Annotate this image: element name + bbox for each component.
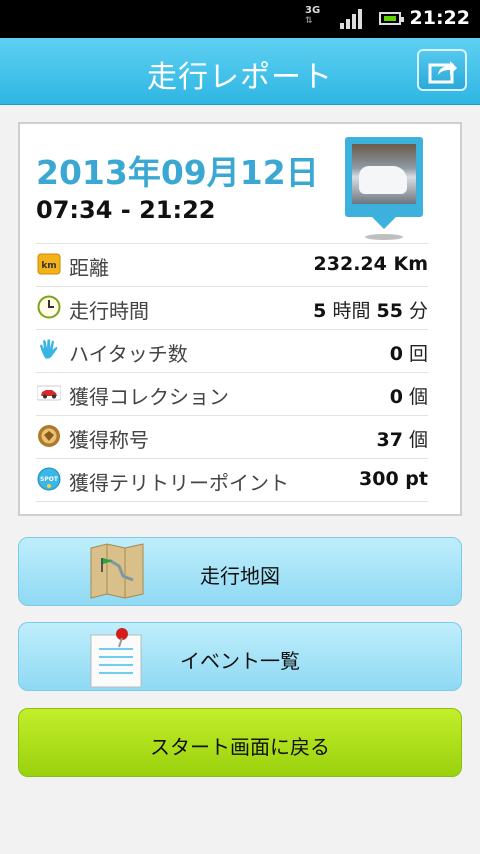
report-card: 2013年09月12日 07:34 - 21:22 km 距離 232.24 K… bbox=[18, 122, 462, 516]
count-unit: 個 bbox=[402, 386, 428, 408]
drive-map-label: 走行地図 bbox=[200, 564, 280, 588]
stat-row-territory-points: SPOT 獲得テリトリーポイント 300 pt bbox=[36, 458, 428, 502]
signal-icon bbox=[340, 9, 364, 29]
network-label: 3G bbox=[305, 5, 321, 16]
event-list-button[interactable]: イベント一覧 bbox=[18, 622, 462, 691]
photo-shadow-wrap bbox=[345, 137, 423, 240]
stat-label: 獲得コレクション bbox=[69, 385, 229, 409]
stat-value: 0 個 bbox=[390, 382, 428, 409]
network-indicator: 3G ⇅ bbox=[305, 5, 321, 27]
battery-icon bbox=[379, 12, 404, 25]
stat-value: 300 pt bbox=[359, 468, 428, 490]
stat-label: 獲得称号 bbox=[69, 428, 149, 452]
share-button[interactable] bbox=[417, 49, 467, 91]
data-arrows-icon: ⇅ bbox=[305, 16, 313, 26]
stat-row-high-touch: ハイタッチ数 0 回 bbox=[36, 329, 428, 372]
stat-value: 232.24 Km bbox=[313, 253, 428, 275]
hours-value: 5 bbox=[313, 300, 327, 322]
count-unit: 回 bbox=[402, 343, 428, 365]
title-bar: 走行レポート bbox=[0, 38, 480, 105]
minutes-value: 55 bbox=[376, 300, 403, 322]
event-list-label: イベント一覧 bbox=[180, 649, 300, 673]
back-to-start-label: スタート画面に戻る bbox=[150, 735, 330, 759]
stat-label: 走行時間 bbox=[69, 299, 149, 323]
spot-icon: SPOT bbox=[37, 467, 61, 491]
hours-unit: 時間 bbox=[326, 300, 377, 322]
report-date: 2013年09月12日 bbox=[36, 153, 319, 192]
medal-icon bbox=[38, 425, 60, 447]
stat-row-distance: km 距離 232.24 Km bbox=[36, 243, 428, 286]
status-time: 21:22 bbox=[409, 7, 470, 29]
stat-label: 獲得テリトリーポイント bbox=[69, 471, 289, 495]
spot-icon-text: SPOT bbox=[40, 476, 59, 483]
stat-value: 5 時間 55 分 bbox=[313, 296, 428, 323]
stat-row-titles: 獲得称号 37 個 bbox=[36, 415, 428, 458]
stat-row-drive-time: 走行時間 5 時間 55 分 bbox=[36, 286, 428, 329]
status-bar: 3G ⇅ 21:22 bbox=[0, 0, 480, 38]
count-value: 37 bbox=[376, 429, 403, 451]
stat-row-collection: 獲得コレクション 0 個 bbox=[36, 372, 428, 415]
car-icon bbox=[37, 385, 61, 401]
back-to-start-button[interactable]: スタート画面に戻る bbox=[18, 708, 462, 777]
svg-text:km: km bbox=[41, 261, 56, 271]
stat-value: 0 回 bbox=[390, 339, 428, 366]
minutes-unit: 分 bbox=[402, 300, 428, 322]
drive-map-button[interactable]: 走行地図 bbox=[18, 537, 462, 606]
count-value: 0 bbox=[389, 343, 403, 365]
report-time-range: 07:34 - 21:22 bbox=[36, 196, 216, 224]
photo-pin bbox=[372, 217, 396, 229]
share-icon bbox=[428, 61, 457, 84]
clock-icon bbox=[37, 295, 61, 319]
count-unit: 個 bbox=[402, 429, 428, 451]
count-value: 0 bbox=[389, 386, 403, 408]
photo-shadow bbox=[365, 234, 403, 240]
km-icon: km bbox=[37, 253, 61, 275]
stat-label: ハイタッチ数 bbox=[69, 342, 188, 366]
stats-list: km 距離 232.24 Km 走行時間 5 時間 55 分 ハイタッチ数 0 … bbox=[36, 243, 428, 502]
page-title: 走行レポート bbox=[147, 60, 333, 95]
stat-value: 37 個 bbox=[377, 425, 429, 452]
hand-icon bbox=[40, 339, 58, 359]
stat-label: 距離 bbox=[69, 256, 109, 280]
